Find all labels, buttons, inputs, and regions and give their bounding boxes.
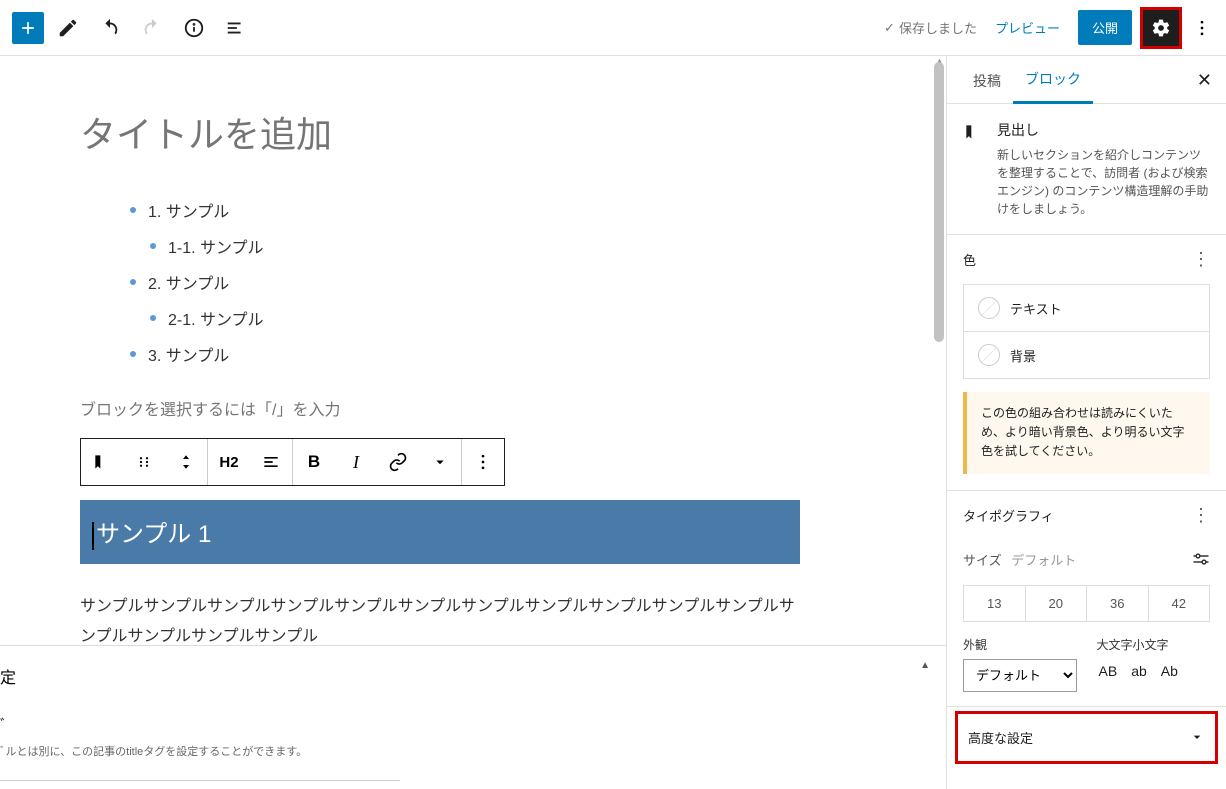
case-option-upper[interactable]: AB (1097, 659, 1120, 683)
toc-block[interactable]: 1. サンプル 1-1. サンプル 2. サンプル 2-1. サンプル 3. サ… (130, 198, 800, 366)
scroll-thumb[interactable] (934, 62, 944, 342)
sliders-icon[interactable] (1192, 552, 1210, 566)
block-toolbar: H2 B I (80, 438, 505, 486)
size-option[interactable]: 20 (1026, 586, 1088, 621)
more-rich-text-button[interactable] (419, 439, 461, 485)
case-option-lower[interactable]: ab (1129, 659, 1149, 683)
saved-status: ✓ 保存しました (884, 18, 977, 37)
color-swatch-icon (978, 344, 1000, 366)
collapse-icon[interactable]: ▲ (920, 660, 930, 671)
block-info-panel: 見出し 新しいセクションを紹介しコンテンツを整理することで、訪問者 (および検索… (947, 104, 1226, 235)
more-menu-button[interactable] (1190, 18, 1214, 38)
outline-button[interactable] (218, 10, 254, 46)
italic-button[interactable]: I (335, 439, 377, 485)
undo-button[interactable] (92, 10, 128, 46)
post-title-input[interactable]: タイトルを追加 (80, 106, 800, 158)
toc-item[interactable]: 3. サンプル (130, 342, 800, 366)
meta-title-input[interactable] (0, 763, 400, 781)
move-updown-button[interactable] (165, 439, 207, 485)
bullet-icon (130, 279, 136, 285)
add-block-button[interactable] (12, 12, 44, 44)
editor-canvas[interactable]: ▴ タイトルを追加 1. サンプル 1-1. サンプル 2. サンプル 2-1.… (0, 56, 946, 789)
bullet-icon (130, 351, 136, 357)
paragraph-block[interactable]: サンプルサンプルサンプルサンプルサンプルサンプルサンプルサンプルサンプルサンプル… (80, 592, 800, 653)
size-option[interactable]: 42 (1149, 586, 1210, 621)
tab-post[interactable]: 投稿 (961, 57, 1013, 103)
size-option[interactable]: 36 (1087, 586, 1149, 621)
publish-button[interactable]: 公開 (1078, 10, 1132, 45)
color-section-toggle[interactable]: 色 ⋮ (947, 235, 1226, 284)
block-info-desc: 新しいセクションを紹介しコンテンツを整理することで、訪問者 (および検索エンジン… (997, 146, 1210, 218)
meta-section-title: 定 (0, 664, 946, 688)
toc-item[interactable]: 2. サンプル (130, 270, 800, 294)
appearance-label: 外観 (963, 636, 1077, 653)
drag-handle[interactable] (123, 439, 165, 485)
size-default-label: デフォルト (1011, 553, 1076, 568)
gear-icon (1151, 18, 1171, 38)
meta-description: ﾞルとは別に、この記事のtitleタグを設定することができます。 (0, 743, 946, 759)
bullet-icon (150, 315, 156, 321)
tab-block[interactable]: ブロック (1013, 56, 1093, 104)
size-option[interactable]: 13 (964, 586, 1026, 621)
color-swatch-icon (978, 297, 1000, 319)
case-label: 大文字小文字 (1097, 636, 1211, 653)
size-label: サイズ (963, 553, 1002, 568)
edit-mode-button[interactable] (50, 10, 86, 46)
chevron-down-icon (1189, 729, 1205, 745)
color-section: 色 ⋮ テキスト 背景 この色の組み合わせは読みにくいため、より暗い背景色、より… (947, 235, 1226, 491)
toc-item[interactable]: 1-1. サンプル (150, 234, 800, 258)
meta-sub-title: ﾞ (0, 714, 946, 735)
check-icon: ✓ (884, 20, 895, 36)
more-dots-icon[interactable]: ⋮ (1192, 505, 1210, 526)
typography-section: タイポグラフィ ⋮ サイズ デフォルト 13 20 36 42 (947, 491, 1226, 707)
block-type-button[interactable] (81, 439, 123, 485)
info-button[interactable] (176, 10, 212, 46)
preview-link[interactable]: プレビュー (985, 18, 1070, 37)
typography-section-toggle[interactable]: タイポグラフィ ⋮ (947, 491, 1226, 540)
block-more-button[interactable] (462, 439, 504, 485)
settings-sidebar: 投稿 ブロック ✕ 見出し 新しいセクションを紹介しコンテンツを整理することで、… (946, 56, 1226, 789)
bullet-icon (150, 243, 156, 249)
text-color-button[interactable]: テキスト (963, 284, 1210, 332)
appearance-select[interactable]: デフォルト (963, 659, 1077, 692)
advanced-section-toggle[interactable]: 高度な設定 (958, 714, 1215, 761)
font-size-options: 13 20 36 42 (963, 585, 1210, 622)
more-dots-icon[interactable]: ⋮ (1192, 249, 1210, 270)
block-inserter-hint[interactable]: ブロックを選択するには「/」を入力 (80, 396, 800, 420)
toc-item[interactable]: 1. サンプル (130, 198, 800, 222)
heading-icon (963, 122, 983, 142)
bold-button[interactable]: B (293, 439, 335, 485)
align-button[interactable] (250, 439, 292, 485)
contrast-warning: この色の組み合わせは読みにくいため、より暗い背景色、より明るい文字色を試してくだ… (963, 392, 1210, 474)
redo-button[interactable] (134, 10, 170, 46)
heading-block[interactable]: サンプル 1 (80, 500, 800, 564)
text-cursor (92, 522, 94, 550)
top-toolbar: ✓ 保存しました プレビュー 公開 (0, 0, 1226, 56)
case-option-title[interactable]: Ab (1159, 659, 1180, 683)
close-sidebar-button[interactable]: ✕ (1197, 70, 1212, 91)
block-info-title: 見出し (997, 120, 1210, 140)
settings-button[interactable] (1143, 10, 1179, 46)
bullet-icon (130, 207, 136, 213)
advanced-section-highlight: 高度な設定 (955, 711, 1218, 764)
link-button[interactable] (377, 439, 419, 485)
heading-level-button[interactable]: H2 (208, 439, 250, 485)
meta-panel: 定 ▲ ﾞ ﾞルとは別に、この記事のtitleタグを設定することができます。 (0, 645, 946, 789)
toc-item[interactable]: 2-1. サンプル (150, 306, 800, 330)
bg-color-button[interactable]: 背景 (963, 331, 1210, 379)
